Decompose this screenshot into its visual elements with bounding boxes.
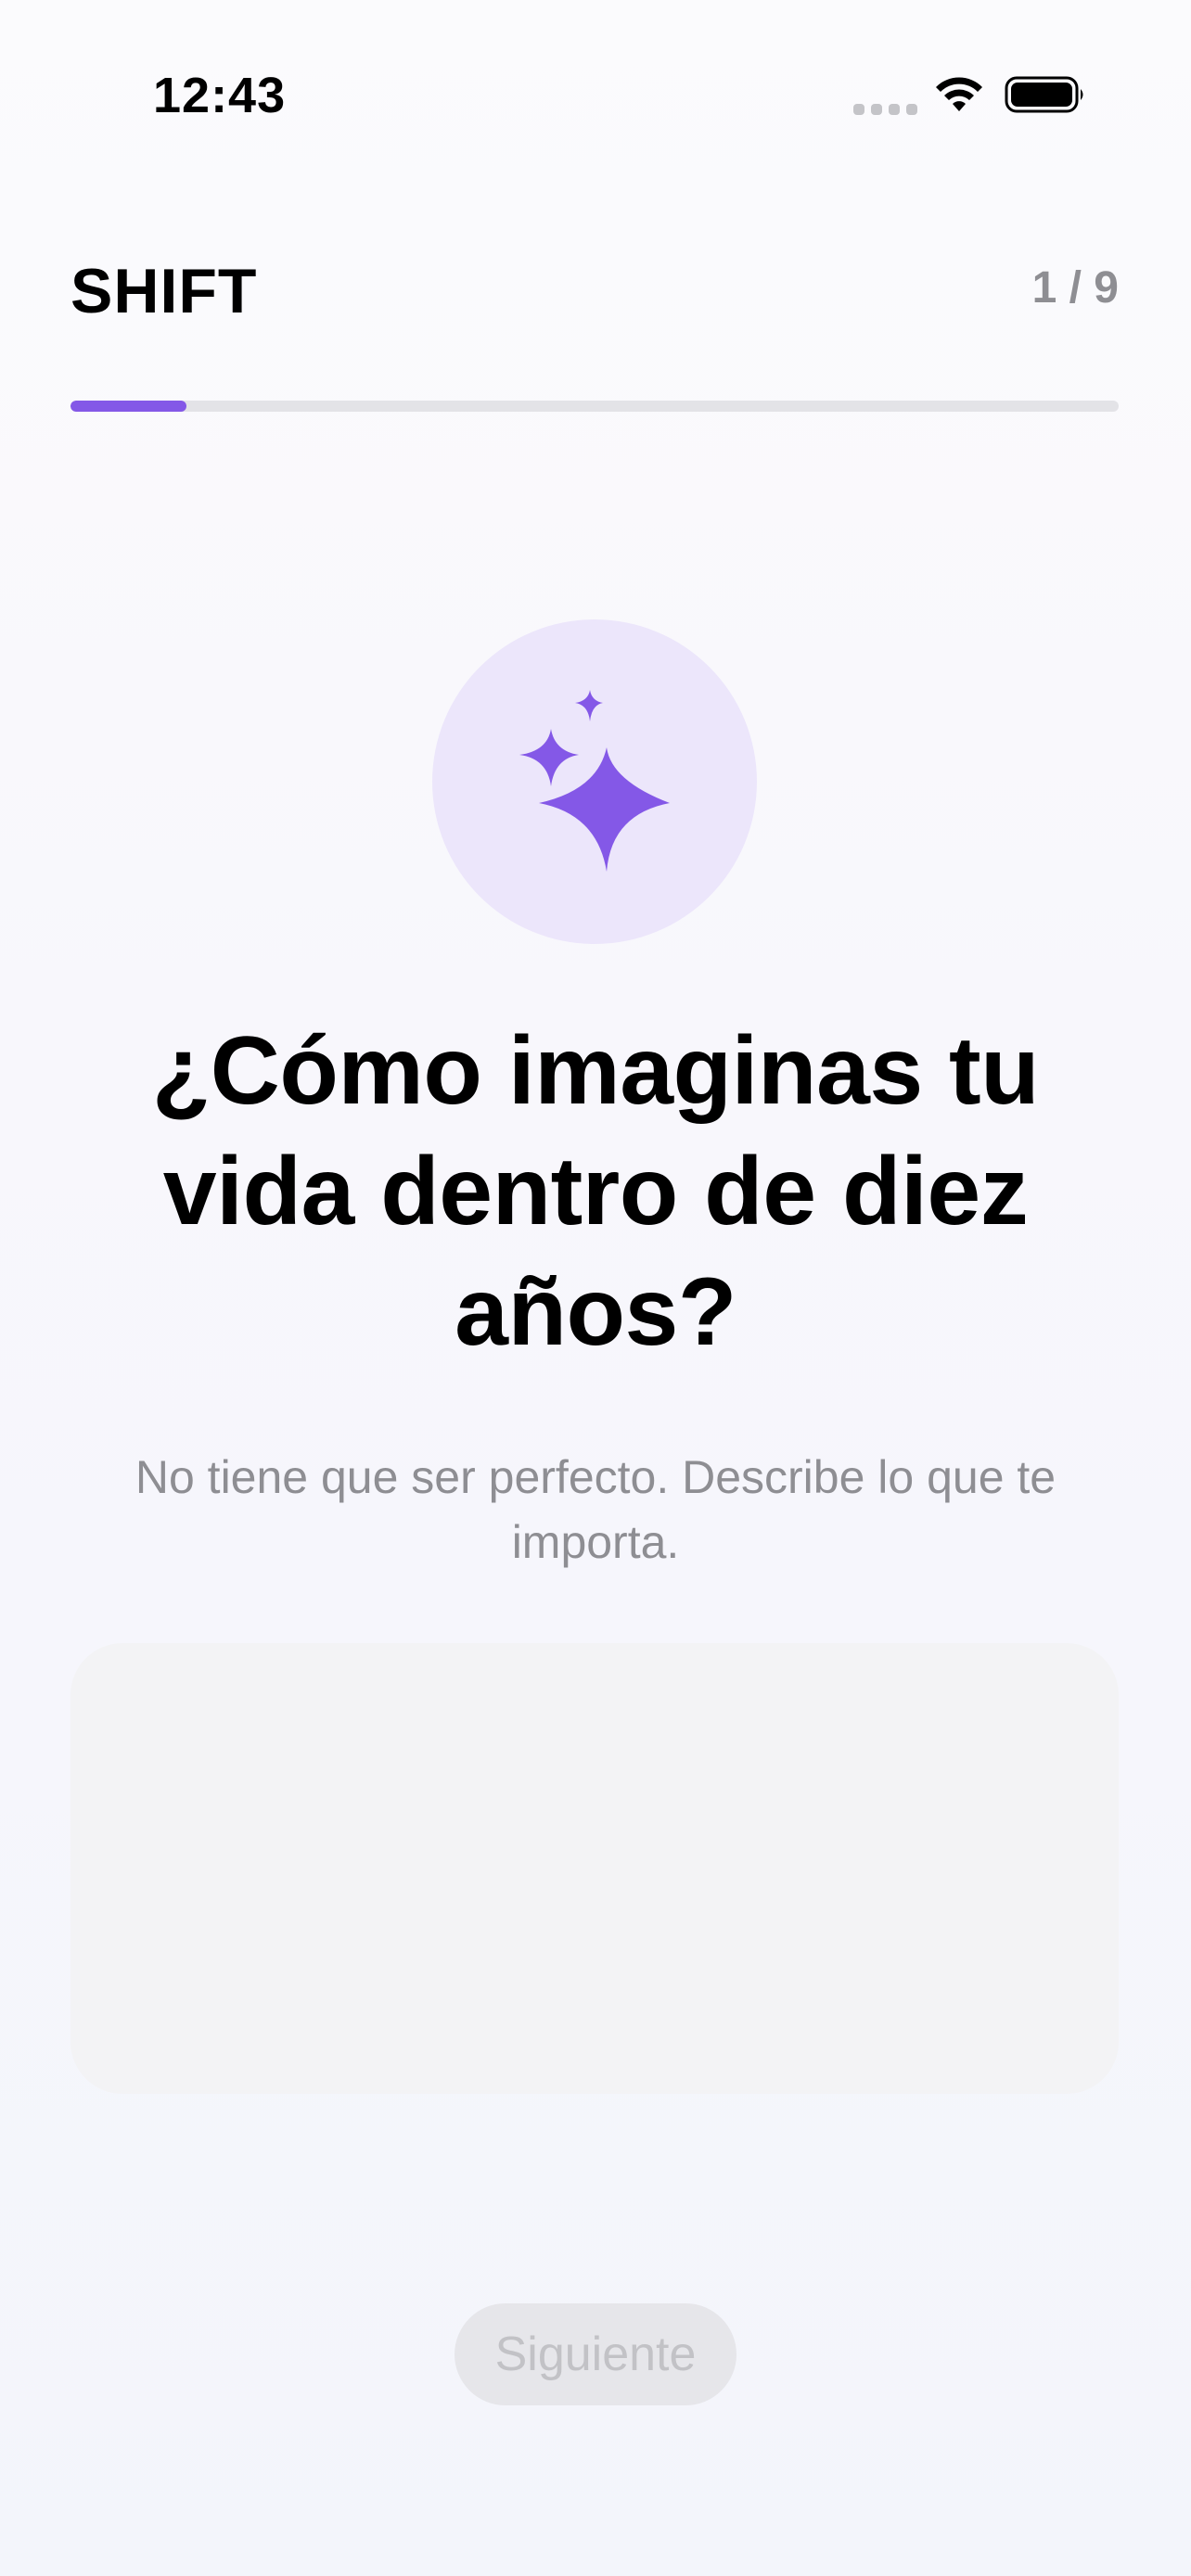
- wifi-icon: [936, 77, 982, 111]
- onboarding-header: SHIFT 1 / 9: [70, 255, 1119, 329]
- sparkles-icon: [519, 690, 670, 872]
- status-bar: 12:43: [0, 0, 1191, 185]
- cellular-signal-icon: [853, 104, 917, 115]
- question-title: ¿Cómo imaginas tu vida dentro de diez añ…: [151, 1017, 1040, 1366]
- battery-icon: [1005, 76, 1083, 113]
- app-title: SHIFT: [70, 256, 258, 326]
- step-counter: 1 / 9: [1031, 263, 1119, 312]
- answer-text-field[interactable]: [70, 1643, 1119, 2094]
- question-subtitle: No tiene que ser perfecto. Describe lo q…: [134, 1451, 1057, 1568]
- hero-icon-circle: [432, 619, 757, 944]
- progress-bar: [70, 401, 1119, 412]
- next-button[interactable]: Siguiente: [455, 2303, 736, 2405]
- status-time: 12:43: [153, 68, 287, 123]
- progress-bar-fill: [70, 401, 187, 412]
